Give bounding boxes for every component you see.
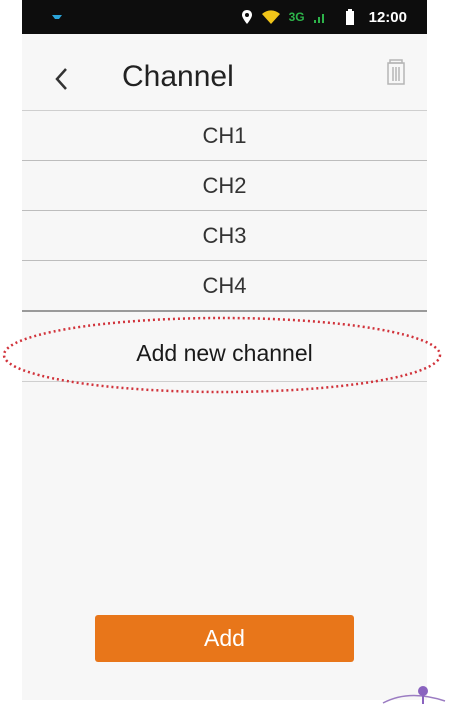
watermark-logo [382, 686, 446, 704]
channel-item-ch2[interactable]: CH2 [22, 161, 427, 211]
network-type-label: 3G [288, 10, 305, 24]
channel-item-ch4[interactable]: CH4 [22, 261, 427, 312]
chevron-left-icon[interactable] [50, 64, 74, 94]
channel-list: CH1 CH2 CH3 CH4 [22, 111, 427, 312]
status-bar: 3G 12:00 [22, 0, 427, 34]
phone-screen: 3G 12:00 Channel CH1 CH2 CH3 CH4 Add new… [22, 0, 427, 700]
channel-item-ch3[interactable]: CH3 [22, 211, 427, 261]
page: 3G 12:00 Channel CH1 CH2 CH3 CH4 Add new… [0, 0, 449, 705]
channel-item-ch1[interactable]: CH1 [22, 111, 427, 161]
signal-icon [313, 14, 324, 23]
clock: 12:00 [368, 8, 407, 26]
app-header: Channel [22, 48, 427, 111]
add-button[interactable]: Add [95, 615, 354, 662]
add-new-channel-item[interactable]: Add new channel [22, 325, 427, 382]
battery-icon [345, 9, 354, 25]
trash-icon[interactable] [385, 58, 407, 86]
location-icon [241, 10, 252, 24]
wifi-icon [261, 10, 280, 24]
page-title: Channel [122, 60, 234, 93]
status-icons: 3G 12:00 [241, 0, 407, 34]
notification-icon [52, 15, 62, 19]
